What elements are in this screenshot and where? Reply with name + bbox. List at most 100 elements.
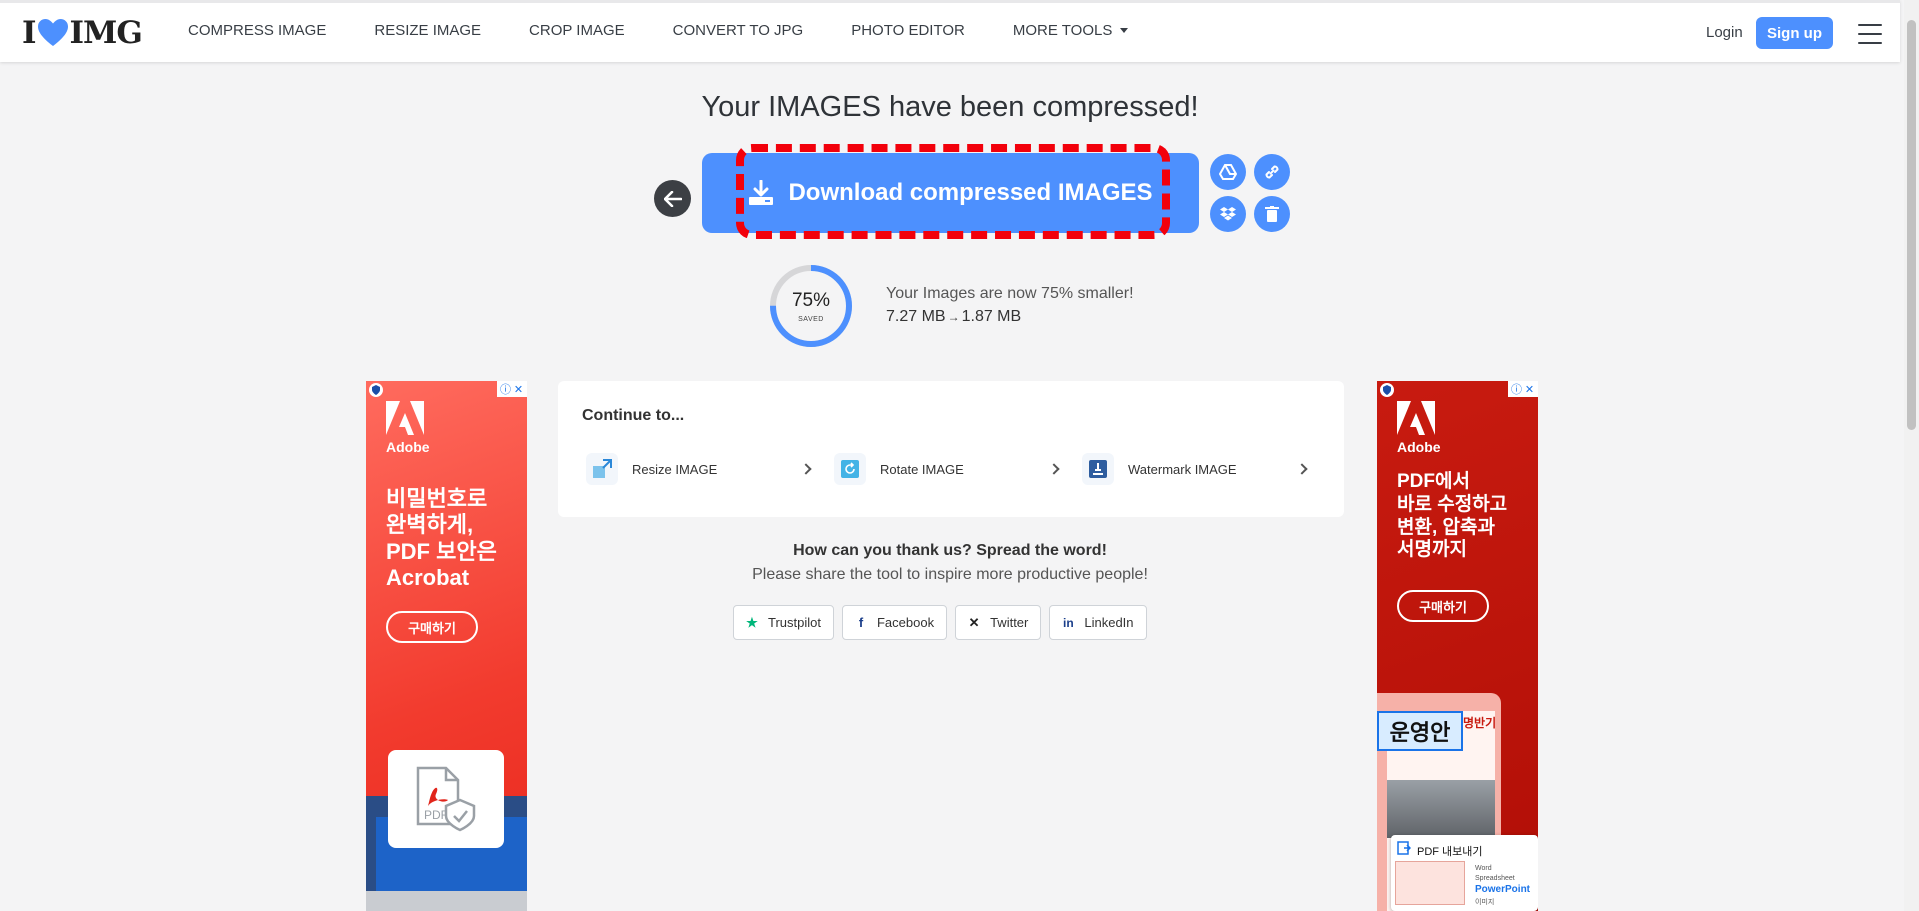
share-trustpilot-button[interactable]: ★ Trustpilot [733,605,834,640]
nav-label: MORE TOOLS [1012,22,1113,39]
trustpilot-star-icon: ★ [746,614,758,630]
ad-doc-tab: 명반기 [1463,716,1497,730]
dropbox-icon [1220,207,1236,221]
delete-button[interactable] [1254,196,1290,232]
nav-convert-to-jpg[interactable]: CONVERT TO JPG [673,22,804,39]
thanks-heading: How can you thank us? Spread the word! [793,542,1107,559]
ad-left-adobe[interactable]: ⓘ ✕ Adobe 비밀번호로 완벽하게, PDF 보안은 Acrobat 구매하… [366,381,527,911]
tool-label: Rotate IMAGE [880,461,964,477]
trash-icon [1265,206,1279,222]
resize-icon [586,453,618,485]
export-option: 이미지 [1475,899,1495,906]
copy-link-button[interactable] [1254,154,1290,190]
tool-label: Resize IMAGE [632,461,718,477]
pdf-shield-icon: PDF [416,766,476,832]
export-option: PowerPoint [1475,884,1531,895]
arrow-left-icon [663,190,682,207]
dropbox-button[interactable] [1210,196,1246,232]
ad-highlighted-text: 운영안 [1377,711,1463,751]
saved-label: SAVED [798,316,824,323]
nav-label: RESIZE IMAGE [374,22,482,39]
share-subtitle: Please share the tool to inspire more pr… [752,566,1148,583]
ad-buy-button[interactable]: 구매하기 [1397,590,1489,622]
nav-label: COMPRESS IMAGE [188,22,327,39]
link-icon [1265,165,1279,179]
ad-controls[interactable]: ⓘ ✕ [1508,381,1538,397]
share-buttons: ★ Trustpilot f Facebook ✕ Twitter in Lin… [733,605,1155,640]
google-drive-button[interactable] [1210,154,1246,190]
download-label: Download compressed IMAGES [788,179,1153,206]
adobe-logo-icon [386,401,424,435]
login-link[interactable]: Login [1706,24,1743,41]
ad-shield-icon [369,383,383,397]
export-option: Word [1475,865,1492,872]
ad-export-card: PDF 내보내기 Word Spreadsheet PowerPoint 이미지 [1391,835,1538,911]
linkedin-icon: in [1063,615,1074,630]
ad-brand: Adobe [1397,439,1441,455]
nav-label: PHOTO EDITOR [851,22,965,39]
ad-controls[interactable]: ⓘ ✕ [497,381,527,397]
share-linkedin-button[interactable]: in LinkedIn [1049,605,1147,640]
back-button[interactable] [654,180,691,217]
ad-photo [1387,780,1495,838]
chevron-right-icon [1296,463,1308,475]
chevron-right-icon [1048,463,1060,475]
ad-shield-icon [1380,383,1394,397]
google-drive-icon [1219,164,1237,180]
ad-info-icon[interactable]: ⓘ [1510,381,1523,397]
nav-photo-editor[interactable]: PHOTO EDITOR [851,22,965,39]
ad-buy-button[interactable]: 구매하기 [386,611,478,643]
share-label: Trustpilot [768,615,821,630]
nav-compress-image[interactable]: COMPRESS IMAGE [188,22,326,39]
ad-headline: 비밀번호로 완벽하게, PDF 보안은 Acrobat [386,486,497,591]
export-thumbnail [1395,861,1465,905]
ad-right-adobe[interactable]: ⓘ ✕ Adobe PDF에서 바로 수정하고 변환, 압축과 서명까지 구매하기… [1377,381,1538,911]
rotate-icon [834,453,866,485]
main-nav: COMPRESS IMAGE RESIZE IMAGE CROP IMAGE C… [188,22,1176,39]
saved-percent: 75% [791,290,831,311]
facebook-icon: f [858,615,864,630]
ad-close-icon[interactable]: ✕ [512,383,525,396]
share-twitter-button[interactable]: ✕ Twitter [955,605,1042,640]
chevron-right-icon [800,463,812,475]
caret-down-icon [1120,28,1129,33]
hamburger-menu-icon[interactable] [1858,24,1882,44]
adobe-logo-icon [1397,401,1435,435]
ad-close-icon[interactable]: ✕ [1523,383,1536,396]
continue-rotate-image[interactable]: Rotate IMAGE [834,447,1068,491]
logo-word: IMG [69,15,143,51]
page-title: Your IMAGES have been compressed! [701,91,1199,123]
ad-brand: Adobe [386,439,430,455]
ad-laptop-base [366,891,527,911]
share-facebook-button[interactable]: f Facebook [841,605,948,640]
share-label: Twitter [990,615,1029,630]
share-label: LinkedIn [1084,615,1134,630]
x-twitter-icon: ✕ [968,614,980,630]
nav-crop-image[interactable]: CROP IMAGE [529,22,625,39]
continue-resize-image[interactable]: Resize IMAGE [586,447,820,491]
size-after: 1.87 MB [961,308,1022,325]
ad-info-icon[interactable]: ⓘ [499,381,512,397]
ad-pdf-card: PDF [388,750,504,848]
export-title: PDF 내보내기 [1417,846,1483,858]
page-scrollbar[interactable] [1904,0,1919,911]
share-label: Facebook [876,615,935,630]
tool-label: Watermark IMAGE [1128,461,1237,477]
ilovimg-logo[interactable]: I IMG [22,15,143,51]
arrow-right-icon: → [947,310,960,324]
ad-headline: PDF에서 바로 수정하고 변환, 압축과 서명까지 [1397,471,1508,561]
export-option: Spreadsheet [1475,875,1515,882]
compression-summary: Your Images are now 75% smaller! [886,285,1134,302]
continue-to-card: Continue to... Resize IMAGE Rotate IMAGE… [558,381,1344,517]
logo-letter: I [22,15,36,51]
watermark-icon [1082,453,1114,485]
continue-watermark-image[interactable]: Watermark IMAGE [1082,447,1316,491]
scrollbar-thumb[interactable] [1907,20,1916,430]
size-before: 7.27 MB [886,308,946,325]
top-navigation-bar: I IMG COMPRESS IMAGE RESIZE IMAGE CROP I… [0,0,1900,62]
signup-button[interactable]: Sign up [1756,17,1833,49]
continue-title: Continue to... [582,407,685,424]
nav-more-tools[interactable]: MORE TOOLS [1012,22,1129,39]
nav-resize-image[interactable]: RESIZE IMAGE [374,22,481,39]
download-button[interactable]: Download compressed IMAGES [702,153,1199,233]
